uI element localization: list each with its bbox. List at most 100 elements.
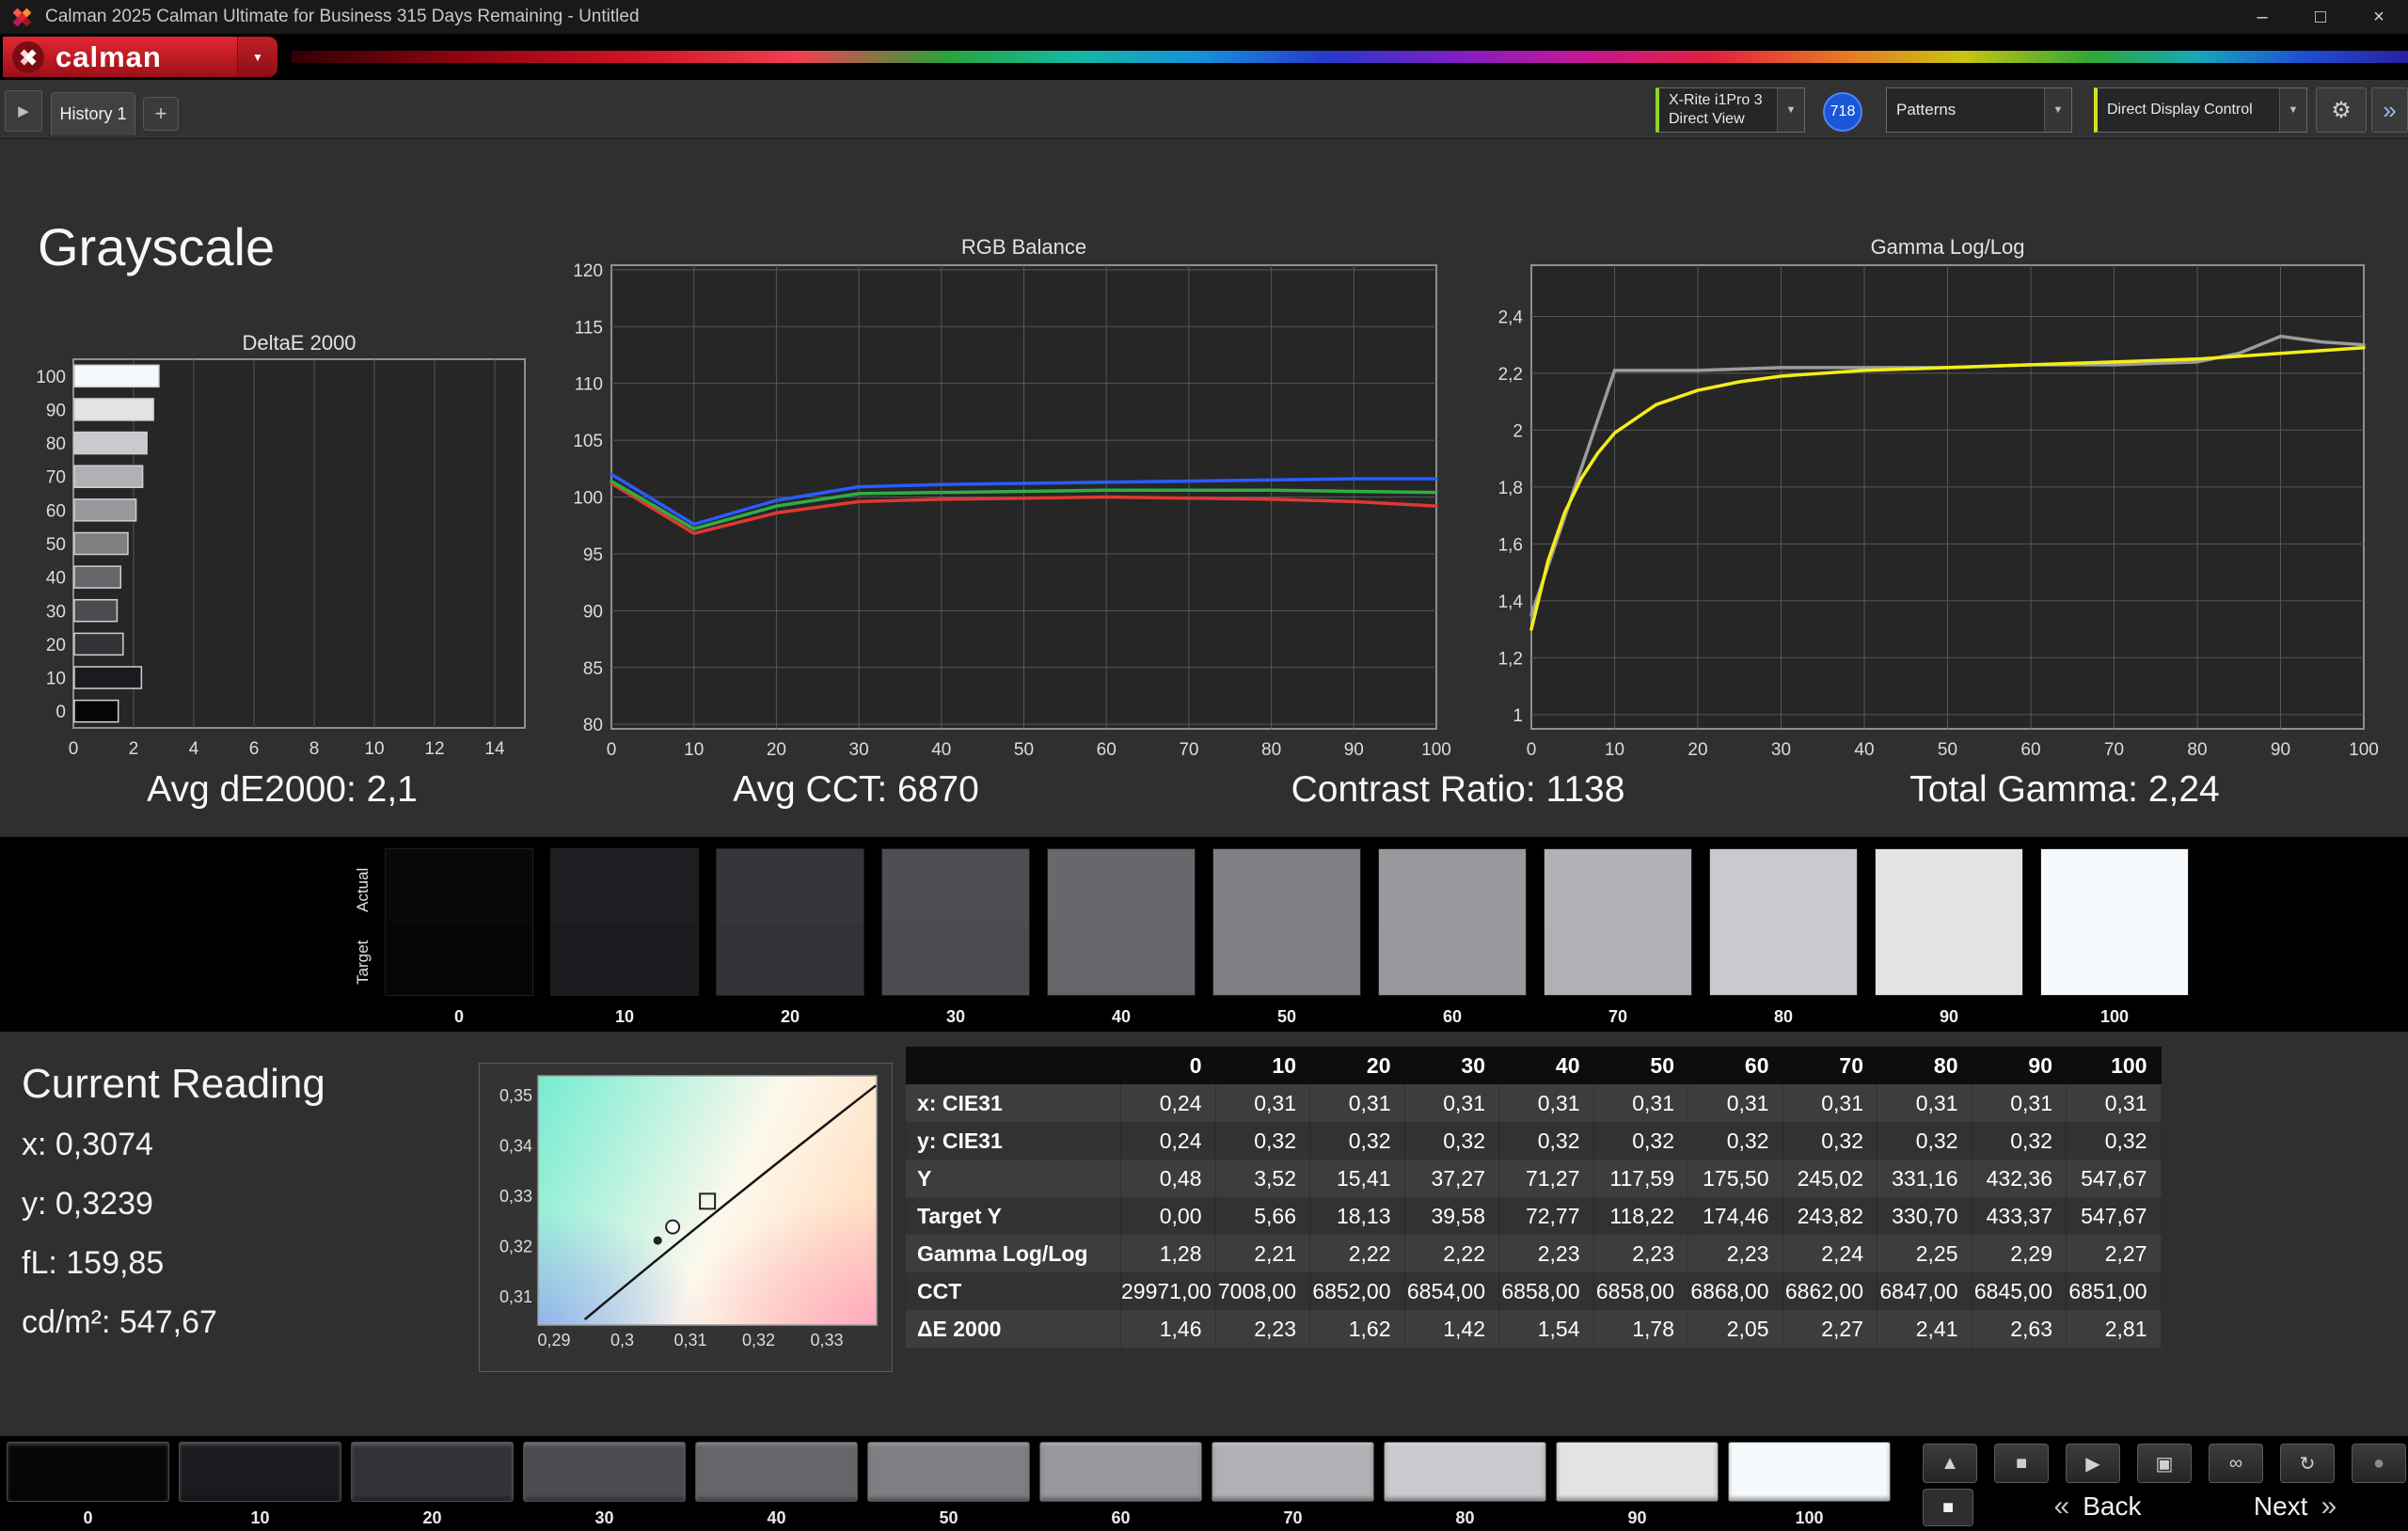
table-column-header: 90 <box>1972 1047 2067 1084</box>
grayscale-swatch-40 <box>1048 849 1195 995</box>
square-icon: ■ <box>1941 1496 1955 1518</box>
svg-text:0,31: 0,31 <box>673 1331 706 1349</box>
meter-count-badge[interactable]: 718 <box>1823 92 1862 132</box>
cie-chromaticity-panel: 0,31 0,32 0,33 0,34 0,35 0,29 0,3 0,31 0,32 0,33 <box>479 1063 893 1372</box>
continuous-measure-button[interactable]: ∞ <box>2209 1444 2263 1483</box>
pattern-button-20[interactable] <box>351 1442 514 1502</box>
pattern-button-100[interactable] <box>1728 1442 1891 1502</box>
pattern-button-30[interactable] <box>523 1442 686 1502</box>
back-label: Back <box>2083 1492 2142 1521</box>
swatch-cell-20: 20 <box>717 849 863 1027</box>
actual-swatch <box>1710 849 1857 923</box>
svg-text:0,32: 0,32 <box>499 1238 532 1256</box>
pattern-button-0[interactable] <box>7 1442 169 1502</box>
table-cell: 7008,00 <box>1215 1272 1310 1310</box>
add-tab-button[interactable]: + <box>143 97 179 131</box>
pattern-button-90[interactable] <box>1556 1442 1719 1502</box>
play-button[interactable]: ▶ <box>2066 1444 2120 1483</box>
svg-text:0: 0 <box>69 739 79 759</box>
grayscale-swatch-60 <box>1379 849 1526 995</box>
patterns-dropdown[interactable]: Patterns ▼ <box>1886 87 2072 133</box>
table-cell: 6852,00 <box>1310 1272 1405 1310</box>
pattern-window-button[interactable]: ▣ <box>2137 1444 2192 1483</box>
table-cell: 39,58 <box>1404 1197 1499 1235</box>
table-cell: 0,31 <box>1404 1084 1499 1122</box>
table-cell: 0,32 <box>1688 1122 1783 1160</box>
stop-button[interactable]: ■ <box>1994 1444 2049 1483</box>
swatch-level-label: 60 <box>1442 1007 1463 1026</box>
table-cell: 0,31 <box>1310 1084 1405 1122</box>
pattern-button-60[interactable] <box>1039 1442 1202 1502</box>
table-column-header: 40 <box>1499 1047 1594 1084</box>
pattern-cell-60: 60 <box>1039 1442 1202 1528</box>
target-swatch <box>2041 923 2188 996</box>
svg-text:0: 0 <box>607 740 617 760</box>
record-indicator[interactable]: ● <box>2352 1444 2406 1483</box>
table-cell: 243,82 <box>1782 1197 1877 1235</box>
meter-select-dropdown[interactable]: X-Rite i1Pro 3 Direct View ▼ <box>1656 87 1805 133</box>
meter-dropdown-chevron[interactable]: ▼ <box>1777 88 1804 132</box>
collapse-toolbar-button[interactable]: » <box>2371 87 2408 133</box>
table-cell: 1,42 <box>1404 1310 1499 1348</box>
calman-menu-button[interactable]: calman ▼ <box>3 37 277 77</box>
patterns-dropdown-chevron[interactable]: ▼ <box>2044 88 2071 132</box>
table-column-header: 10 <box>1215 1047 1310 1084</box>
table-cell: 2,23 <box>1499 1235 1594 1272</box>
grayscale-swatch-30 <box>882 849 1029 995</box>
swatch-level-label: 50 <box>1276 1007 1297 1026</box>
next-button[interactable]: Next » <box>2201 1487 2389 1526</box>
table-cell: 2,24 <box>1782 1235 1877 1272</box>
grayscale-swatch-90 <box>1876 849 2022 995</box>
table-column-header: 70 <box>1782 1047 1877 1084</box>
reading-x: x: 0,3074 <box>22 1127 153 1162</box>
settings-button[interactable]: ⚙ <box>2316 87 2367 133</box>
display-control-dropdown[interactable]: Direct Display Control ▼ <box>2094 87 2307 133</box>
table-cell: 0,48 <box>1121 1160 1216 1197</box>
tab-history-1[interactable]: History 1 <box>51 92 135 135</box>
pattern-button-40[interactable] <box>695 1442 858 1502</box>
spectrum-bar <box>292 51 2408 63</box>
table-cell: 1,28 <box>1121 1235 1216 1272</box>
svg-text:20: 20 <box>46 636 66 655</box>
pattern-button-10[interactable] <box>179 1442 341 1502</box>
table-cell: 0,31 <box>1972 1084 2067 1122</box>
swatch-cell-100: 100 <box>2041 849 2188 1027</box>
minimize-button[interactable]: – <box>2233 0 2291 34</box>
back-button[interactable]: « Back <box>2004 1487 2192 1526</box>
grayscale-swatch-0 <box>386 849 532 995</box>
svg-text:4: 4 <box>189 739 199 759</box>
pattern-button-50[interactable] <box>867 1442 1030 1502</box>
swatch-cell-90: 90 <box>1876 849 2022 1027</box>
expand-panel-button[interactable]: ▶ <box>5 90 42 132</box>
reading-cd: cd/m²: 547,67 <box>22 1304 217 1340</box>
pattern-label: 50 <box>939 1508 958 1527</box>
table-cell: 18,13 <box>1310 1197 1405 1235</box>
svg-text:60: 60 <box>46 501 66 521</box>
pattern-button-80[interactable] <box>1384 1442 1546 1502</box>
svg-text:80: 80 <box>2187 740 2207 760</box>
table-cell: 117,59 <box>1593 1160 1688 1197</box>
pattern-label: 0 <box>83 1508 93 1527</box>
svg-text:0,32: 0,32 <box>742 1331 775 1349</box>
close-button[interactable]: × <box>2350 0 2408 34</box>
maximize-button[interactable]: □ <box>2291 0 2350 34</box>
table-cell: 2,27 <box>2067 1235 2162 1272</box>
swatch-cell-50: 50 <box>1213 849 1360 1027</box>
pattern-cell-90: 90 <box>1556 1442 1719 1528</box>
pattern-cell-40: 40 <box>695 1442 858 1528</box>
table-cell: 6862,00 <box>1782 1272 1877 1310</box>
refresh-button[interactable]: ↻ <box>2280 1444 2335 1483</box>
eject-button[interactable]: ▲ <box>1923 1444 1977 1483</box>
svg-text:100: 100 <box>1421 740 1451 760</box>
target-swatch <box>1213 923 1360 996</box>
svg-text:90: 90 <box>1344 740 1364 760</box>
calman-menu-chevron[interactable]: ▼ <box>237 37 277 77</box>
pattern-button-70[interactable] <box>1212 1442 1374 1502</box>
table-row-label: Gamma Log/Log <box>906 1235 1121 1272</box>
table-cell: 6858,00 <box>1593 1272 1688 1310</box>
pattern-preview-button[interactable]: ■ <box>1923 1489 1973 1526</box>
svg-text:0,29: 0,29 <box>537 1331 570 1349</box>
display-control-chevron[interactable]: ▼ <box>2279 88 2306 132</box>
calman-app-window: Calman 2025 Calman Ultimate for Business… <box>0 0 2408 1531</box>
calman-logo-text: calman <box>55 39 162 73</box>
